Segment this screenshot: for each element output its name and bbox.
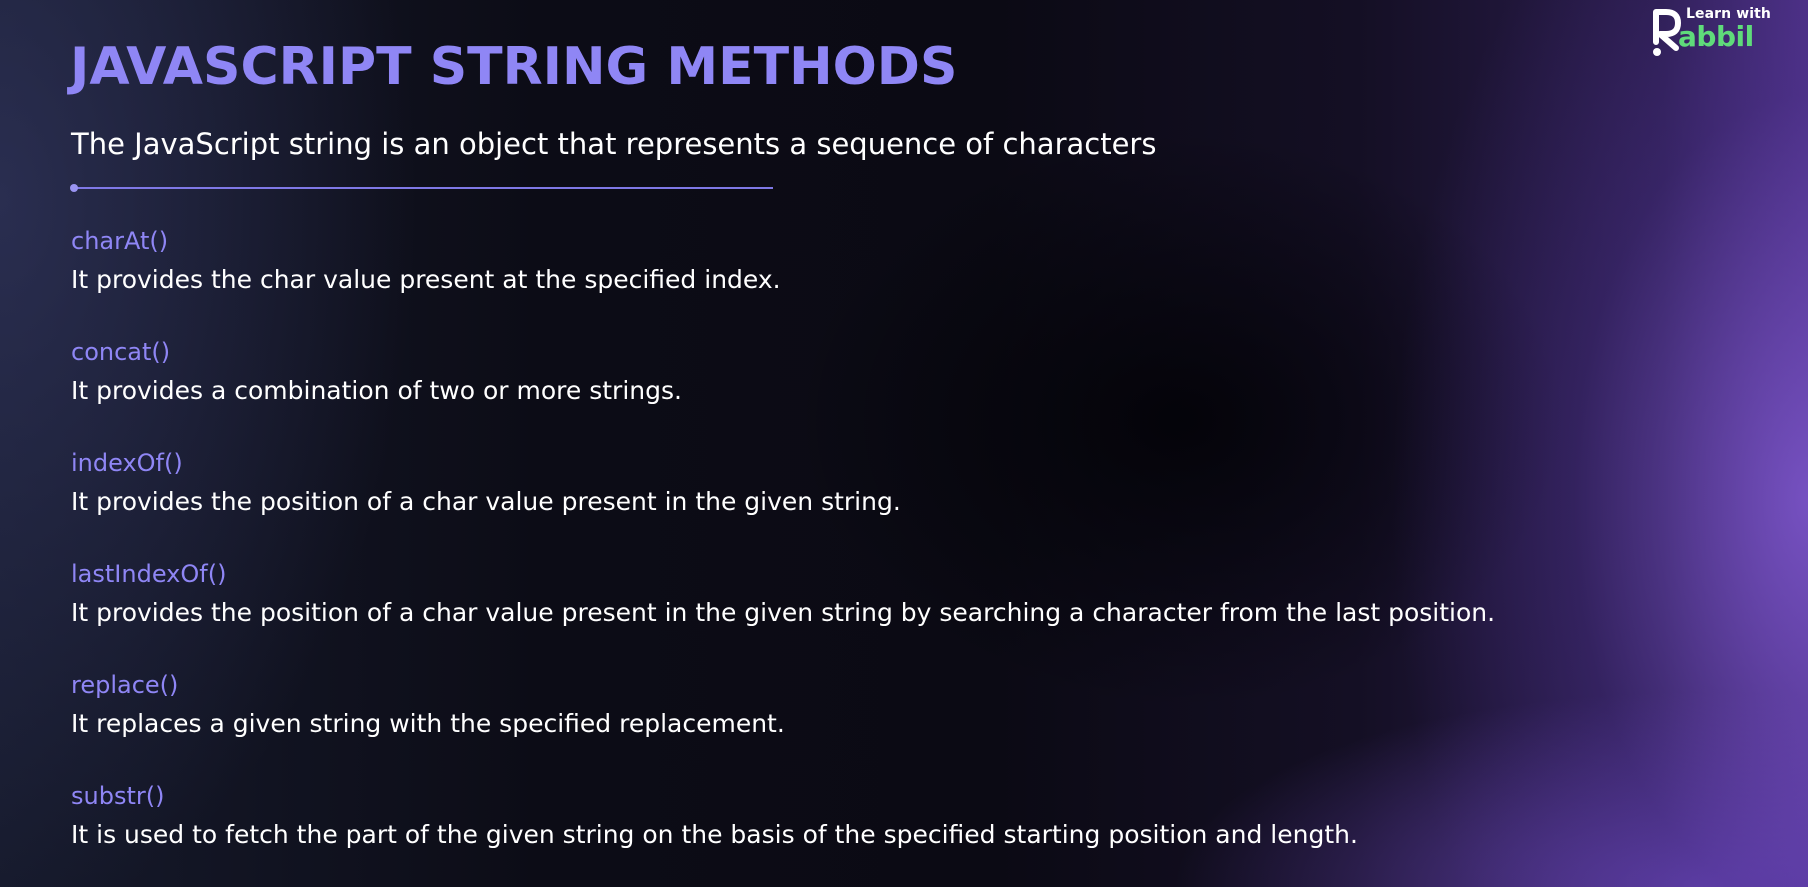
method-description: It is used to fetch the part of the give… — [71, 820, 1358, 849]
logo-brand: abbil — [1678, 20, 1754, 53]
page-title: JAVASCRIPT STRING METHODS — [70, 37, 958, 97]
divider-dot — [70, 184, 78, 192]
method-item-lastindexof: lastIndexOf() It provides the position o… — [71, 555, 1495, 633]
page-subtitle: The JavaScript string is an object that … — [71, 127, 1157, 161]
method-name: charAt() — [71, 227, 169, 255]
method-name: substr() — [71, 782, 165, 810]
method-item-concat: concat() It provides a combination of tw… — [71, 333, 682, 411]
method-item-substr: substr() It is used to fetch the part of… — [71, 777, 1358, 855]
method-name: lastIndexOf() — [71, 560, 227, 588]
method-description: It provides the char value present at th… — [71, 265, 781, 294]
method-name: replace() — [71, 671, 179, 699]
method-name: concat() — [71, 338, 171, 366]
method-item-indexof: indexOf() It provides the position of a … — [71, 444, 901, 522]
learn-with-rabbil-logo: Learn with abbil — [1650, 6, 1780, 58]
method-name: indexOf() — [71, 449, 183, 477]
method-item-replace: replace() It replaces a given string wit… — [71, 666, 785, 744]
method-description: It replaces a given string with the spec… — [71, 709, 785, 738]
method-description: It provides the position of a char value… — [71, 598, 1496, 627]
method-description: It provides the position of a char value… — [71, 487, 901, 516]
title-divider — [70, 184, 773, 192]
method-description: It provides a combination of two or more… — [71, 376, 682, 405]
method-item-charat: charAt() It provides the char value pres… — [71, 222, 781, 300]
slide: Learn with abbil JAVASCRIPT STRING METHO… — [0, 0, 1808, 887]
